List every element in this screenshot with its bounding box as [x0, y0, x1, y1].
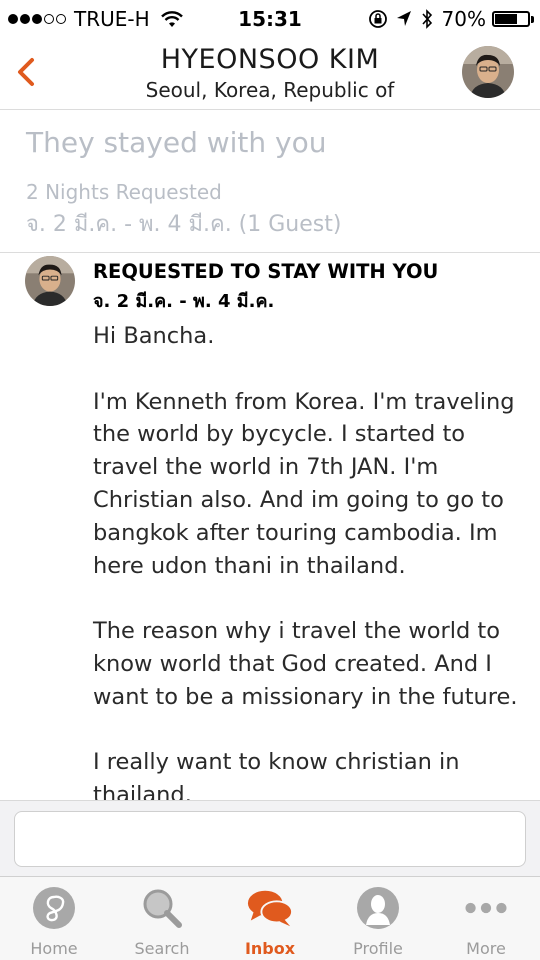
tab-label: Search — [134, 939, 190, 958]
message-paragraph: I really want to know christian in thail… — [93, 749, 460, 800]
stay-status-title: They stayed with you — [26, 126, 327, 159]
tab-label: More — [466, 939, 506, 958]
more-dots-icon — [462, 885, 510, 931]
battery-percentage: 70% — [441, 7, 486, 31]
tab-inbox[interactable]: Inbox — [216, 877, 324, 960]
bluetooth-icon — [421, 9, 432, 29]
search-icon — [138, 885, 186, 931]
message-dates: จ. 2 มี.ค. - พ. 4 มี.ค. — [93, 291, 275, 312]
chevron-left-icon — [18, 58, 34, 86]
battery-level — [495, 14, 517, 24]
message-paragraph: Hi Bancha. — [93, 323, 215, 349]
tab-bar: Home Search Inbox Profile More — [0, 876, 540, 960]
status-right: 70% — [360, 7, 534, 31]
message-heading: REQUESTED TO STAY WITH YOU — [93, 260, 439, 283]
avatar-photo — [462, 46, 514, 98]
avatar[interactable] — [462, 46, 514, 98]
tab-more[interactable]: More — [432, 877, 540, 960]
tab-profile[interactable]: Profile — [324, 877, 432, 960]
sender-avatar[interactable] — [25, 256, 75, 306]
user-location: Seoul, Korea, Republic of — [145, 78, 395, 102]
avatar-photo — [25, 256, 75, 306]
tab-label: Inbox — [244, 939, 296, 958]
stay-dates: จ. 2 มี.ค. - พ. 4 มี.ค. (1 Guest) — [26, 212, 342, 237]
message-paragraph: The reason why i travel the world to kno… — [93, 618, 518, 710]
tab-label: Home — [30, 939, 78, 958]
rotation-lock-icon — [368, 10, 387, 28]
chat-bubbles-icon — [246, 885, 294, 931]
message-body: Hi Bancha. I'm Kenneth from Korea. I'm t… — [93, 320, 523, 800]
battery-icon — [492, 11, 534, 27]
reply-input[interactable] — [14, 811, 526, 867]
location-arrow-icon — [396, 11, 411, 26]
profile-icon — [354, 885, 402, 931]
stay-summary: They stayed with you 2 Nights Requested … — [0, 110, 540, 253]
tab-label: Profile — [353, 939, 403, 958]
conversation-header: HYEONSOO KIM Seoul, Korea, Republic of — [0, 40, 540, 110]
nights-requested: 2 Nights Requested — [26, 180, 222, 204]
back-button[interactable] — [8, 50, 48, 94]
message-thread[interactable]: REQUESTED TO STAY WITH YOU จ. 2 มี.ค. - … — [0, 254, 540, 800]
couchsurfing-logo-icon — [30, 885, 78, 931]
user-name: HYEONSOO KIM — [160, 44, 380, 75]
message-paragraph: I'm Kenneth from Korea. I'm traveling th… — [93, 388, 515, 579]
reply-bar — [0, 800, 540, 876]
tab-search[interactable]: Search — [108, 877, 216, 960]
tab-home[interactable]: Home — [0, 877, 108, 960]
status-bar: TRUE-H 15:31 70% — [0, 0, 540, 40]
